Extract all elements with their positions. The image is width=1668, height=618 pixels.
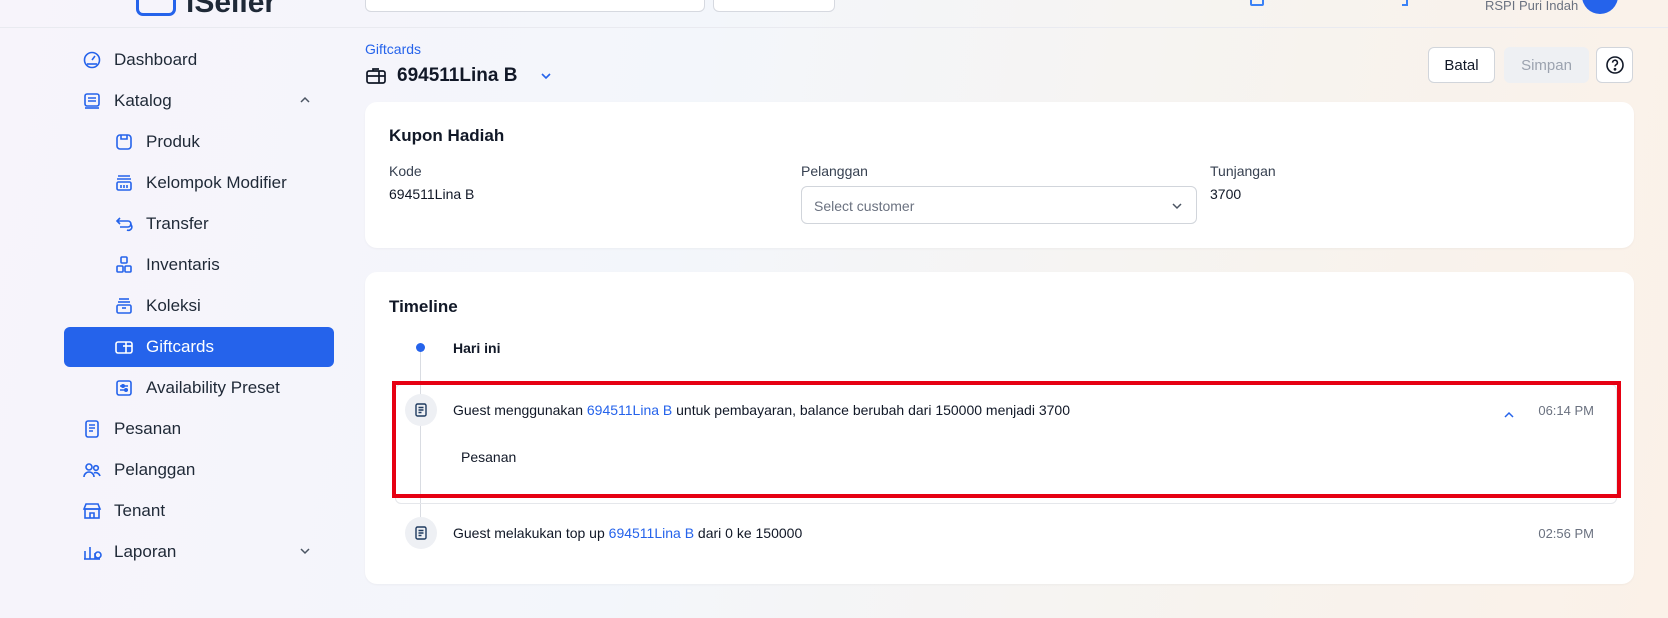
catalog-icon [82, 91, 102, 111]
balance-label: Tunjangan [1210, 163, 1276, 179]
sidebar-item-katalog[interactable]: Katalog [64, 81, 334, 121]
giftcard-icon [366, 68, 386, 84]
sidebar-item-label: Pesanan [114, 419, 182, 438]
sidebar-item-label: Produk [146, 132, 200, 151]
sidebar-item-availability-preset[interactable]: Availability Preset [64, 368, 334, 408]
sidebar-item-tenant[interactable]: Tenant [64, 491, 334, 531]
dashboard-icon [82, 50, 102, 70]
page-title: 694511Lina B [397, 65, 518, 86]
customer-select-placeholder: Select customer [814, 198, 915, 214]
sidebar-item-koleksi[interactable]: Koleksi [64, 286, 334, 326]
transfer-icon [114, 214, 134, 234]
sidebar-item-label: Tenant [114, 501, 166, 520]
sidebar-item-inventaris[interactable]: Inventaris [64, 245, 334, 285]
logo-icon [136, 0, 176, 16]
sidebar-item-produk[interactable]: Produk [64, 122, 334, 162]
balance-value: 3700 [1210, 186, 1242, 202]
giftcard-icon [114, 337, 134, 357]
chevron-down-icon[interactable] [539, 69, 553, 83]
modifier-icon [114, 173, 134, 193]
collection-icon [114, 296, 134, 316]
tenant-icon [82, 501, 102, 521]
section-title: Kupon Hadiah [389, 126, 505, 145]
timeline-event-text: Guest menggunakan 694511Lina B untuk pem… [453, 402, 1070, 418]
sidebar-item-label: Inventaris [146, 255, 220, 274]
chevron-down-icon[interactable] [298, 544, 312, 558]
sidebar-item-pesanan[interactable]: Pesanan [64, 409, 334, 449]
giftcard-details-card: Kupon Hadiah Kode 694511Lina B Pelanggan… [365, 102, 1634, 248]
help-button[interactable] [1596, 47, 1633, 83]
sidebar-item-label: Giftcards [146, 337, 215, 356]
store-name: RSPI Puri Indah [1485, 0, 1579, 13]
sidebar-item-giftcards[interactable]: Giftcards [64, 327, 334, 367]
logo-text: iSeller [186, 0, 277, 19]
event-time: 02:56 PM [1538, 526, 1594, 541]
product-icon [114, 132, 134, 152]
avatar[interactable] [1582, 0, 1618, 14]
timeline-group-label: Hari ini [453, 340, 501, 356]
search-input[interactable] [365, 0, 705, 12]
chevron-down-icon [1172, 203, 1182, 210]
customer-label: Pelanggan [801, 163, 868, 179]
event-suffix: dari 0 ke 150000 [697, 525, 803, 541]
sidebar-item-label: Pelanggan [114, 460, 196, 479]
sidebar-item-dashboard[interactable]: Dashboard [64, 40, 334, 80]
customer-icon [82, 460, 102, 480]
cancel-button[interactable]: Batal [1428, 47, 1495, 83]
sidebar-item-label: Availability Preset [146, 378, 280, 397]
inventory-icon [114, 255, 134, 275]
save-button[interactable]: Simpan [1504, 47, 1589, 83]
code-value: 694511Lina B [389, 186, 475, 202]
timeline-dot [416, 343, 425, 352]
chevron-up-icon[interactable] [298, 93, 312, 107]
sidebar-item-label: Transfer [146, 214, 209, 233]
report-icon [82, 542, 102, 562]
sidebar-item-transfer[interactable]: Transfer [64, 204, 334, 244]
sidebar-item-laporan[interactable]: Laporan [64, 532, 334, 572]
store-icon[interactable] [1250, 0, 1264, 6]
sidebar-item-label: Kelompok Modifier [146, 173, 287, 192]
giftcard-link[interactable]: 694511Lina B [609, 525, 694, 541]
sidebar-item-label: Koleksi [146, 296, 201, 315]
notification-icon[interactable] [1402, 0, 1408, 6]
search-filter-button[interactable] [713, 0, 835, 12]
customer-select[interactable]: Select customer [801, 186, 1197, 224]
section-title: Timeline [389, 297, 458, 316]
timeline-event-text: Guest melakukan top up 694511Lina B dari… [453, 525, 802, 541]
sidebar-item-label: Laporan [114, 542, 177, 561]
top-bar: iSeller RSPI Puri Indah [0, 0, 1668, 28]
order-icon [405, 517, 437, 549]
code-label: Kode [389, 163, 422, 179]
event-prefix: Guest menggunakan [453, 402, 583, 418]
page-title-row: 694511Lina B [365, 63, 553, 89]
breadcrumb[interactable]: Giftcards [365, 41, 421, 57]
sidebar-item-pelanggan[interactable]: Pelanggan [64, 450, 334, 490]
order-icon [405, 394, 437, 426]
event-detail[interactable]: Pesanan [461, 449, 516, 465]
event-time: 06:14 PM [1538, 403, 1594, 418]
sidebar-item-kelompok-modifier[interactable]: Kelompok Modifier [64, 163, 334, 203]
sidebar-item-label: Katalog [114, 91, 172, 110]
giftcard-link[interactable]: 694511Lina B [587, 402, 672, 418]
timeline-card: Timeline Hari ini Guest menggunakan 6945… [365, 272, 1634, 584]
sidebar-item-label: Dashboard [114, 50, 198, 69]
order-icon [82, 419, 102, 439]
event-suffix: untuk pembayaran, balance berubah dari 1… [676, 402, 1070, 418]
help-icon [1605, 56, 1624, 74]
availability-icon [114, 378, 134, 398]
event-prefix: Guest melakukan top up [453, 525, 605, 541]
chevron-up-icon[interactable] [1502, 408, 1516, 422]
